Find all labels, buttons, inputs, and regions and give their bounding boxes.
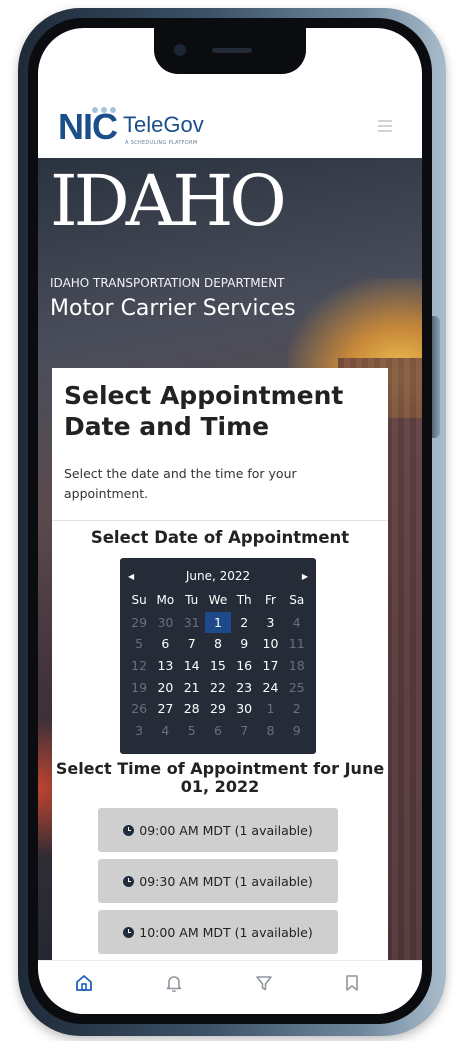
calendar-day[interactable]: 8 xyxy=(205,633,231,655)
phone-screen: NIC TeleGov A SCHEDULING PLATFORM IDAHO … xyxy=(38,28,422,1014)
calendar-day[interactable]: 22 xyxy=(205,677,231,699)
calendar-day[interactable]: 13 xyxy=(152,655,178,677)
hero-department: IDAHO TRANSPORTATION DEPARTMENT xyxy=(50,276,285,290)
calendar-day[interactable]: 15 xyxy=(205,655,231,677)
page-description: Select the date and the time for your ap… xyxy=(64,466,297,501)
calendar-day: 2 xyxy=(292,701,301,717)
logo-dots xyxy=(92,107,116,113)
weekday-header: Mo xyxy=(156,593,175,607)
calendar-day[interactable]: 20 xyxy=(152,677,178,699)
date-section-heading: Select Date of Appointment xyxy=(90,528,350,547)
calendar-day[interactable]: 7 xyxy=(179,633,205,655)
calendar-day: 31 xyxy=(183,614,200,630)
time-slot-label: 09:30 AM MDT (1 available) xyxy=(139,873,313,889)
clock-icon xyxy=(123,824,135,836)
triangle-right-icon[interactable]: ▶ xyxy=(302,572,308,581)
calendar-day: 19 xyxy=(131,679,148,695)
calendar-day: 4 xyxy=(292,614,301,630)
calendar-day: 18 xyxy=(288,658,305,674)
weekday-header: Su xyxy=(131,593,147,607)
calendar-day: 1 xyxy=(266,701,275,717)
calendar-day: 5 xyxy=(135,636,144,652)
calendar-day[interactable]: 23 xyxy=(231,677,257,699)
time-slot-button[interactable]: 10:00 AM MDT (1 available) xyxy=(98,910,338,954)
calendar-day: 11 xyxy=(288,636,305,652)
calendar-day[interactable]: 29 xyxy=(205,698,231,720)
hero-state-title: IDAHO xyxy=(50,160,287,242)
calendar-day[interactable]: 2 xyxy=(231,612,257,634)
phone-notch xyxy=(154,28,306,74)
time-slot-button[interactable]: 09:00 AM MDT (1 available) xyxy=(98,808,338,852)
clock-icon xyxy=(123,926,135,938)
page-title: Select Appointment Date and Time xyxy=(64,381,344,442)
time-slot-label: 09:00 AM MDT (1 available) xyxy=(139,822,313,838)
hamburger-icon[interactable] xyxy=(378,120,392,132)
calendar-day-selected[interactable]: 1 xyxy=(204,611,232,634)
speaker-grille xyxy=(212,48,252,53)
calendar-day: 26 xyxy=(131,701,148,717)
bookmark-icon[interactable] xyxy=(338,969,366,997)
appointment-card: Select Appointment Date and Time Select … xyxy=(52,368,388,978)
weekday-header: Tu xyxy=(185,593,199,607)
time-slot-label: 10:00 AM MDT (1 available) xyxy=(139,924,313,940)
weekday-header: We xyxy=(208,593,228,607)
calendar-grid: Su Mo Tu We Th Fr Sa 29 30 31 1 2 3 4 5 6 7 8 9 10 11 12 13 14 1… xyxy=(126,590,310,742)
hero-banner: IDAHO IDAHO TRANSPORTATION DEPARTMENT Mo… xyxy=(38,158,422,978)
calendar-day[interactable]: 9 xyxy=(231,633,257,655)
calendar-day[interactable]: 28 xyxy=(179,698,205,720)
calendar-day[interactable]: 27 xyxy=(152,698,178,720)
calendar-day[interactable]: 17 xyxy=(257,655,283,677)
calendar-day[interactable]: 14 xyxy=(179,655,205,677)
calendar-day[interactable]: 24 xyxy=(257,677,283,699)
calendar-day[interactable]: 21 xyxy=(179,677,205,699)
calendar-day[interactable]: 6 xyxy=(152,633,178,655)
logo-tagline: A SCHEDULING PLATFORM xyxy=(125,140,198,146)
calendar-day[interactable]: 10 xyxy=(257,633,283,655)
calendar-day: 9 xyxy=(292,723,301,739)
weekday-header: Th xyxy=(236,593,252,607)
calendar-day: 12 xyxy=(131,658,148,674)
home-icon[interactable] xyxy=(70,969,98,997)
calendar-day: 6 xyxy=(213,723,222,739)
datepicker-calendar: ◀ June, 2022 ▶ Su Mo Tu We Th Fr Sa 29 30 31 1 2 3 4 5… xyxy=(120,558,316,754)
bell-icon[interactable] xyxy=(160,969,188,997)
time-section-heading: Select Time of Appointment for June 01, … xyxy=(55,759,385,797)
calendar-day: 4 xyxy=(161,723,170,739)
calendar-day: 5 xyxy=(187,723,196,739)
calendar-month-label: June, 2022 xyxy=(185,569,251,583)
logo-telegov: TeleGov xyxy=(123,112,204,137)
clock-icon xyxy=(123,875,135,887)
camera-icon xyxy=(174,44,186,56)
calendar-day: 7 xyxy=(240,723,249,739)
time-slot-button[interactable]: 09:30 AM MDT (1 available) xyxy=(98,859,338,903)
hero-service-title: Motor Carrier Services xyxy=(50,296,296,321)
divider xyxy=(52,520,388,521)
calendar-day: 3 xyxy=(135,723,144,739)
phone-bezel: NIC TeleGov A SCHEDULING PLATFORM IDAHO … xyxy=(28,18,432,1024)
calendar-day: 30 xyxy=(157,614,174,630)
calendar-day: 25 xyxy=(288,679,305,695)
calendar-day[interactable]: 16 xyxy=(231,655,257,677)
weekday-header: Fr xyxy=(264,593,276,607)
calendar-day: 29 xyxy=(131,614,148,630)
calendar-day: 8 xyxy=(266,723,275,739)
app-header: NIC TeleGov A SCHEDULING PLATFORM xyxy=(38,96,422,158)
bottom-navigation xyxy=(38,960,422,1014)
filter-icon[interactable] xyxy=(250,969,278,997)
weekday-header: Sa xyxy=(289,593,305,607)
calendar-day[interactable]: 3 xyxy=(257,612,283,634)
calendar-day[interactable]: 30 xyxy=(231,698,257,720)
